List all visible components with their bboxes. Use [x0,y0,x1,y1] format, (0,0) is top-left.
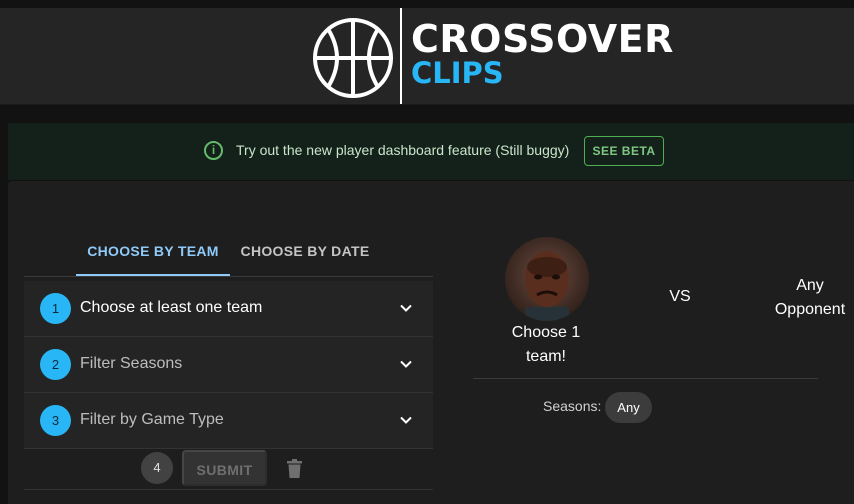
tab-choose-by-team[interactable]: CHOOSE BY TEAM [76,230,230,276]
step-number: 1 [40,293,71,324]
submit-step-number: 4 [141,452,173,484]
step-label: Filter Seasons [80,355,183,372]
opponent-label: Any Opponent [774,277,846,318]
vs-label: VS [669,288,691,305]
seasons-label: Seasons: [543,398,602,414]
divider [473,378,818,379]
step-label: Choose at least one team [80,299,263,316]
tab-choose-by-date[interactable]: CHOOSE BY DATE [230,230,380,276]
tab-bar: CHOOSE BY TEAM CHOOSE BY DATE [24,230,433,277]
top-strip [0,0,854,8]
step-number: 2 [40,349,71,380]
chevron-down-icon[interactable] [399,357,413,371]
team-avatar [505,237,589,321]
chevron-down-icon[interactable] [399,301,413,315]
step-filter-game-type[interactable]: 3 Filter by Game Type [24,393,433,449]
step-number: 3 [40,405,71,436]
team-caption: Choose 1 team! [511,324,581,365]
submit-button[interactable]: SUBMIT [182,450,267,486]
site-header: CROSSOVER CLIPS [0,8,854,105]
step-choose-team[interactable]: 1 Choose at least one team [24,281,433,337]
trash-icon[interactable] [286,459,303,478]
logo-subtitle[interactable]: CLIPS [411,57,504,89]
active-tab-indicator [76,274,230,276]
basketball-icon[interactable] [312,17,394,99]
chevron-down-icon[interactable] [399,413,413,427]
logo-divider [400,8,402,104]
info-icon: i [204,141,223,160]
step-label: Filter by Game Type [80,411,224,428]
seasons-chip[interactable]: Any [605,392,652,423]
step-filter-seasons[interactable]: 2 Filter Seasons [24,337,433,393]
divider [24,489,433,490]
banner-text: Try out the new player dashboard feature… [236,142,570,158]
see-beta-button[interactable]: SEE BETA [584,136,664,166]
logo-title[interactable]: CROSSOVER [411,19,674,59]
